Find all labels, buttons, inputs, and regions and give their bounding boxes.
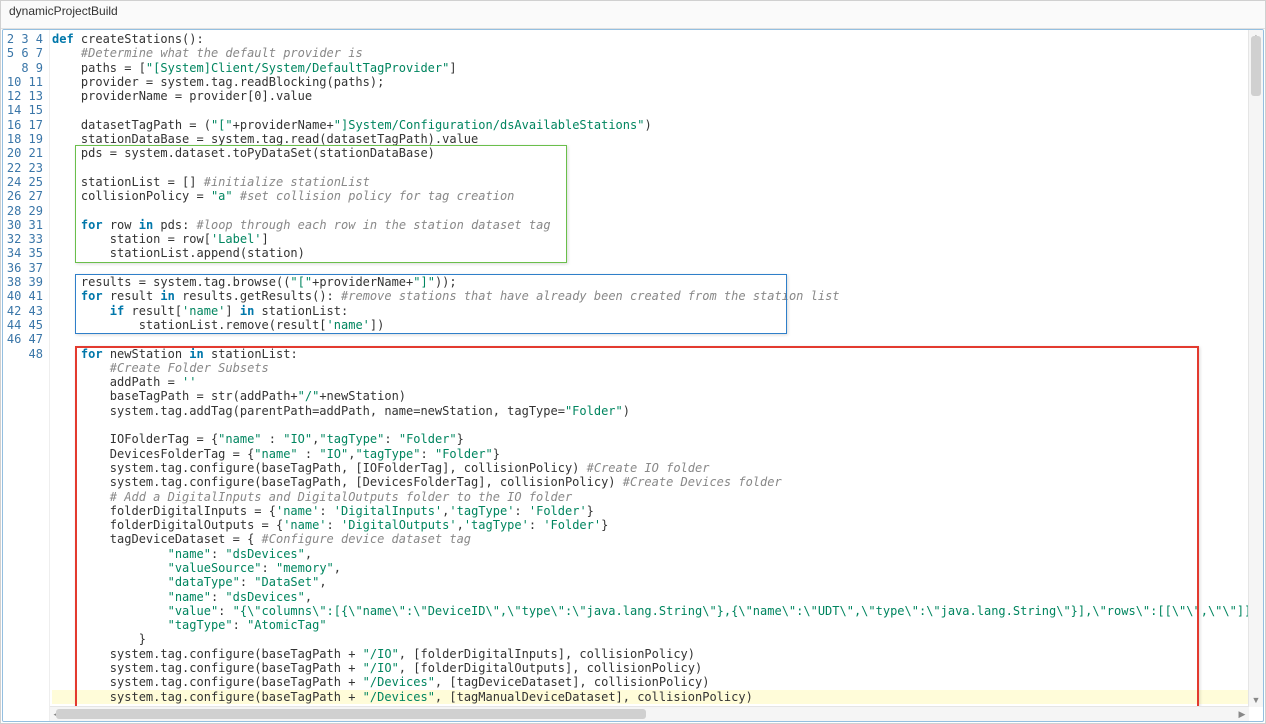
code-line[interactable]: "dataType": "DataSet",	[52, 575, 1259, 589]
code-line[interactable]: #Determine what the default provider is	[52, 46, 1259, 60]
code-line[interactable]: system.tag.configure(baseTagPath, [IOFol…	[52, 461, 1259, 475]
code-line[interactable]: pds = system.dataset.toPyDataSet(station…	[52, 146, 1259, 160]
vertical-scrollbar[interactable]: ▲ ▼	[1248, 30, 1263, 707]
code-line[interactable]	[52, 103, 1259, 117]
code-line[interactable]: folderDigitalInputs = {'name': 'DigitalI…	[52, 504, 1259, 518]
code-line[interactable]: if result['name'] in stationList:	[52, 304, 1259, 318]
code-line[interactable]: provider = system.tag.readBlocking(paths…	[52, 75, 1259, 89]
scroll-right-arrow[interactable]: ▶	[1235, 707, 1249, 721]
code-line[interactable]: stationList = [] #initialize stationList	[52, 175, 1259, 189]
code-line[interactable]	[52, 261, 1259, 275]
code-line[interactable]: for row in pds: #loop through each row i…	[52, 218, 1259, 232]
tab-title[interactable]: dynamicProjectBuild	[1, 1, 1265, 29]
code-line[interactable]: "name": "dsDevices",	[52, 590, 1259, 604]
code-line[interactable]: collisionPolicy = "a" #set collision pol…	[52, 189, 1259, 203]
code-line[interactable]	[52, 332, 1259, 346]
code-line[interactable]: system.tag.configure(baseTagPath + "/IO"…	[52, 661, 1259, 675]
code-line[interactable]: IOFolderTag = {"name" : "IO","tagType": …	[52, 432, 1259, 446]
code-editor[interactable]: 2 3 4 5 6 7 8 9 10 11 12 13 14 15 16 17 …	[2, 29, 1264, 722]
code-line[interactable]: datasetTagPath = ("["+providerName+"]Sys…	[52, 118, 1259, 132]
code-scroll-area[interactable]: def createStations(): #Determine what th…	[50, 30, 1263, 721]
code-content[interactable]: def createStations(): #Determine what th…	[50, 30, 1263, 706]
scroll-down-arrow[interactable]: ▼	[1249, 693, 1263, 707]
code-line[interactable]: system.tag.configure(baseTagPath, [Devic…	[52, 475, 1259, 489]
code-line[interactable]: stationList.append(station)	[52, 246, 1259, 260]
code-line[interactable]: DevicesFolderTag = {"name" : "IO","tagTy…	[52, 447, 1259, 461]
code-line[interactable]: station = row['Label']	[52, 232, 1259, 246]
code-line[interactable]	[52, 204, 1259, 218]
code-line[interactable]: "name": "dsDevices",	[52, 547, 1259, 561]
code-line[interactable]: def createStations():	[52, 32, 1259, 46]
window-shell: dynamicProjectBuild 2 3 4 5 6 7 8 9 10 1…	[0, 0, 1266, 724]
code-line[interactable]: }	[52, 632, 1259, 646]
code-line[interactable]: #Create Folder Subsets	[52, 361, 1259, 375]
vertical-scroll-thumb[interactable]	[1251, 36, 1261, 96]
code-line[interactable]: "value": "{\"columns\":[{\"name\":\"Devi…	[52, 604, 1259, 618]
code-line[interactable]: system.tag.configure(baseTagPath + "/IO"…	[52, 647, 1259, 661]
code-line[interactable]: baseTagPath = str(addPath+"/"+newStation…	[52, 389, 1259, 403]
code-line[interactable]	[52, 161, 1259, 175]
code-line[interactable]: "tagType": "AtomicTag"	[52, 618, 1259, 632]
code-line[interactable]: folderDigitalOutputs = {'name': 'Digital…	[52, 518, 1259, 532]
code-line[interactable]: paths = ["[System]Client/System/DefaultT…	[52, 61, 1259, 75]
code-line[interactable]: "valueSource": "memory",	[52, 561, 1259, 575]
code-line[interactable]: for result in results.getResults(): #rem…	[52, 289, 1259, 303]
code-line[interactable]: providerName = provider[0].value	[52, 89, 1259, 103]
code-line[interactable]: stationDataBase = system.tag.read(datase…	[52, 132, 1259, 146]
horizontal-scroll-thumb[interactable]	[56, 709, 646, 719]
code-line[interactable]: system.tag.addTag(parentPath=addPath, na…	[52, 404, 1259, 418]
tab-title-text: dynamicProjectBuild	[9, 4, 118, 18]
code-line[interactable]: stationList.remove(result['name'])	[52, 318, 1259, 332]
code-line[interactable]: system.tag.configure(baseTagPath + "/Dev…	[52, 690, 1259, 704]
code-line[interactable]	[52, 418, 1259, 432]
code-line[interactable]: results = system.tag.browse(("["+provide…	[52, 275, 1259, 289]
code-line[interactable]: tagDeviceDataset = { #Configure device d…	[52, 532, 1259, 546]
code-line[interactable]: for newStation in stationList:	[52, 347, 1259, 361]
line-number-gutter: 2 3 4 5 6 7 8 9 10 11 12 13 14 15 16 17 …	[3, 30, 50, 721]
horizontal-scrollbar[interactable]: ◀ ▶	[50, 706, 1249, 721]
code-line[interactable]: # Add a DigitalInputs and DigitalOutputs…	[52, 490, 1259, 504]
code-line[interactable]: addPath = ''	[52, 375, 1259, 389]
code-line[interactable]: system.tag.configure(baseTagPath + "/Dev…	[52, 675, 1259, 689]
